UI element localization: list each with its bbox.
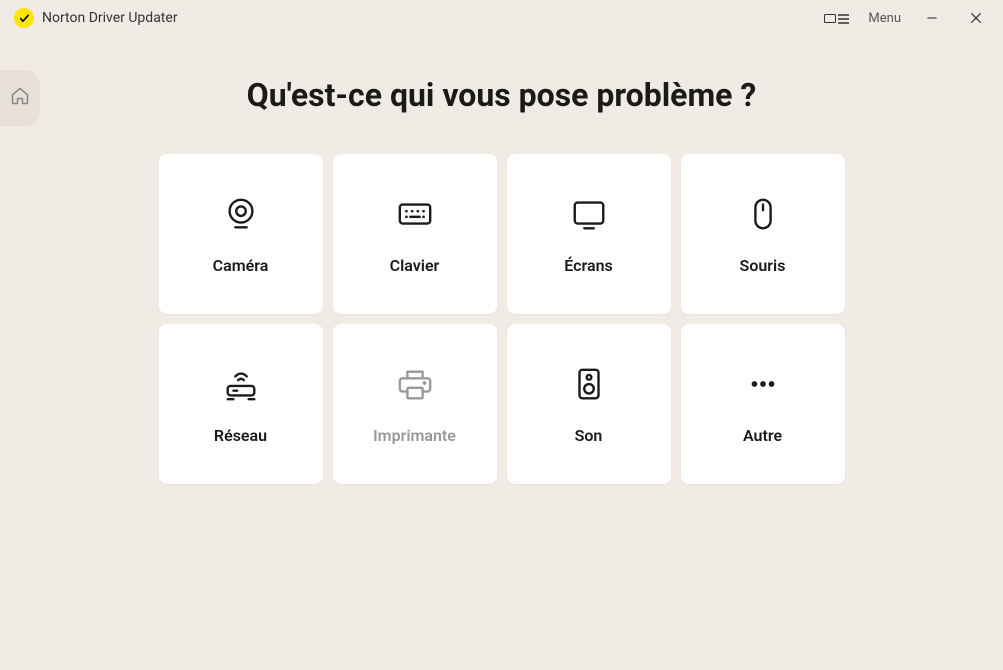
norton-logo-icon [14,8,34,28]
app-title: Norton Driver Updater [42,10,178,26]
titlebar: Norton Driver Updater Menu [0,0,1003,36]
category-card-other[interactable]: Autre [681,324,845,484]
category-label: Clavier [390,256,440,275]
main-content: Qu'est-ce qui vous pose problème ? Camér… [0,36,1003,484]
category-label: Écrans [564,256,612,275]
category-card-keyboard[interactable]: Clavier [333,154,497,314]
category-label: Réseau [214,426,267,445]
page-title: Qu'est-ce qui vous pose problème ? [0,76,1003,114]
printer-icon [393,364,437,404]
home-icon [10,86,30,110]
menu-button[interactable]: Menu [868,11,901,26]
category-label: Autre [743,426,782,445]
more-icon [741,364,785,404]
close-button[interactable] [963,5,989,31]
language-indicator-icon[interactable] [824,11,850,25]
category-card-printer[interactable]: Imprimante [333,324,497,484]
category-card-sound[interactable]: Son [507,324,671,484]
camera-icon [219,194,263,234]
category-card-camera[interactable]: Caméra [159,154,323,314]
category-label: Son [575,426,603,445]
minimize-button[interactable] [919,5,945,31]
monitor-icon [567,194,611,234]
titlebar-right: Menu [824,5,989,31]
titlebar-left: Norton Driver Updater [14,8,178,28]
mouse-icon [741,194,785,234]
keyboard-icon [393,194,437,234]
sidebar-home-button[interactable] [0,70,40,126]
speaker-icon [567,364,611,404]
category-card-network[interactable]: Réseau [159,324,323,484]
category-card-screens[interactable]: Écrans [507,154,671,314]
category-label: Imprimante [373,426,456,445]
router-icon [219,364,263,404]
category-label: Souris [740,256,786,275]
category-label: Caméra [213,256,269,275]
category-grid: Caméra Clavier [0,154,1003,484]
category-card-mouse[interactable]: Souris [681,154,845,314]
